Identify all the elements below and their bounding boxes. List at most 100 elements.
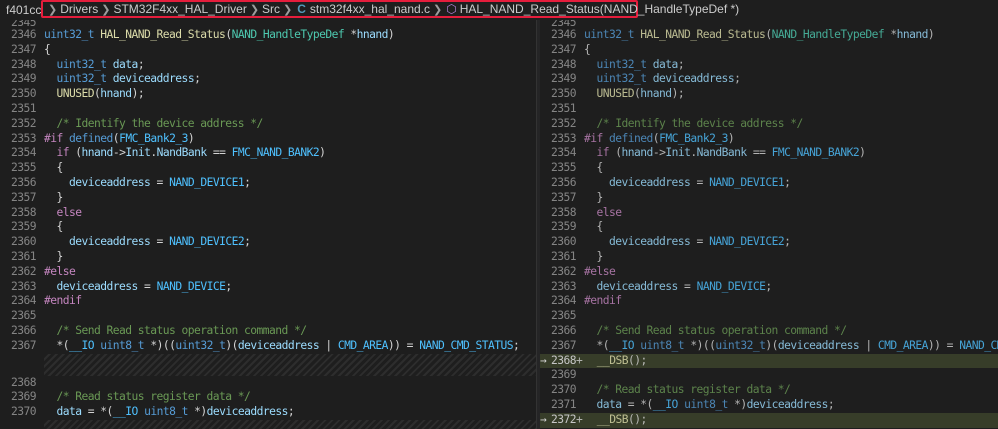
breadcrumb: ❯ Drivers ❯ STM32F4xx_HAL_Driver ❯ Src ❯…: [41, 0, 739, 18]
code-line[interactable]: 2357 }: [540, 191, 998, 206]
chevron-right-icon: ❯: [283, 3, 293, 16]
code-line[interactable]: 2354 if (hnand->Init.NandBank == FMC_NAN…: [0, 146, 536, 161]
line-number: 2355: [550, 161, 577, 175]
code-line[interactable]: 2367 *(__IO uint8_t *)((uint32_t)(device…: [540, 339, 998, 354]
line-number: 2355: [10, 161, 37, 175]
line-number: 2370: [550, 383, 577, 397]
line-number: 2369: [10, 390, 37, 404]
line-number: 2348: [10, 57, 37, 71]
code-text: }: [44, 190, 64, 204]
code-line[interactable]: 2348 uint32_t data;: [0, 58, 536, 73]
code-text: }: [584, 249, 604, 263]
breadcrumb-item-src[interactable]: Src: [262, 2, 280, 16]
code-line[interactable]: 2363 deviceaddress = NAND_DEVICE;: [0, 280, 536, 295]
breadcrumb-root[interactable]: f401cc: [6, 3, 41, 17]
code-line[interactable]: 2349 uint32_t deviceaddress;: [540, 72, 998, 87]
code-line[interactable]: 2357 }: [0, 191, 536, 206]
code-line[interactable]: 2354 if (hnand->Init.NandBank == FMC_NAN…: [540, 146, 998, 161]
code-line[interactable]: 2347 {: [0, 43, 536, 58]
code-line[interactable]: 2362 #else: [0, 265, 536, 280]
code-line[interactable]: 2368: [0, 376, 536, 391]
code-line[interactable]: 2364 #endif: [0, 294, 536, 309]
code-text: /* Identify the device address */: [44, 116, 264, 130]
code-text: {: [584, 220, 604, 234]
code-line[interactable]: 2367 *(__IO uint8_t *)((uint32_t)(device…: [0, 339, 536, 354]
code-line[interactable]: 2351: [540, 102, 998, 117]
code-line[interactable]: 2350 UNUSED(hnand);: [540, 87, 998, 102]
code-line[interactable]: 2355 {: [540, 161, 998, 176]
code-line[interactable]: 2361 }: [540, 250, 998, 265]
code-line[interactable]: 2359 {: [0, 220, 536, 235]
code-line[interactable]: 2364 #endif: [540, 294, 998, 309]
code-line[interactable]: 2369 /* Read status register data */: [0, 390, 536, 405]
arrow-right-icon: →: [540, 353, 547, 367]
line-number: 2371: [550, 397, 577, 411]
line-number: 2359: [550, 220, 577, 234]
code-line[interactable]: 2370 data = *(__IO uint8_t *)deviceaddre…: [0, 405, 536, 420]
breadcrumb-item-hal-driver[interactable]: STM32F4xx_HAL_Driver: [113, 2, 246, 16]
added-code-line[interactable]: → 2372+ __DSB();: [540, 412, 998, 428]
code-line[interactable]: 2353 #if defined(FMC_Bank2_3): [0, 132, 536, 147]
code-line[interactable]: 2361 }: [0, 250, 536, 265]
code-line[interactable]: 2363 deviceaddress = NAND_DEVICE;: [540, 280, 998, 295]
code-line[interactable]: 2365: [0, 309, 536, 324]
code-line[interactable]: 2346 uint32_t HAL_NAND_Read_Status(NAND_H…: [0, 28, 536, 43]
line-number: 2357: [10, 190, 37, 204]
code-line[interactable]: 2356 deviceaddress = NAND_DEVICE1;: [0, 176, 536, 191]
line-number: 2368: [10, 375, 37, 389]
line-number: 2347: [10, 42, 37, 56]
code-text: if (hnand->Init.NandBank == FMC_NAND_BAN…: [56, 146, 326, 160]
code-line[interactable]: 2350 UNUSED(hnand);: [0, 87, 536, 102]
line-number: 2364: [550, 294, 577, 308]
code-line[interactable]: 2351: [0, 102, 536, 117]
line-number: 2369: [550, 368, 577, 382]
code-line[interactable]: 2346 uint32_t HAL_NAND_Read_Status(NAND_H…: [540, 28, 998, 43]
code-line[interactable]: 2371 data = *(__IO uint8_t *)deviceaddre…: [540, 398, 998, 413]
code-line[interactable]: 2366 /* Send Read status operation comma…: [540, 324, 998, 339]
left-editor-pane[interactable]: 2345 2346 uint32_t HAL_NAND_Read_Status(NA…: [0, 20, 536, 429]
line-number: 2367: [550, 338, 577, 352]
code-line[interactable]: 2365: [540, 309, 998, 324]
code-line[interactable]: 2366 /* Send Read status operation comma…: [0, 324, 536, 339]
code-line[interactable]: 2369: [540, 368, 998, 383]
breadcrumb-item-file[interactable]: stm32f4xx_hal_nand.c: [310, 2, 430, 16]
code-text: #endif: [44, 294, 82, 308]
code-text: /* Read status register data */: [584, 383, 791, 397]
code-line[interactable]: 2362 #else: [540, 265, 998, 280]
code-text: UNUSED(hnand);: [596, 87, 685, 101]
code-line[interactable]: 2370 /* Read status register data */: [540, 383, 998, 398]
line-number: 2366: [550, 323, 577, 337]
code-line[interactable]: 2349 uint32_t deviceaddress;: [0, 72, 536, 87]
added-code-line[interactable]: → 2368+ __DSB();: [540, 353, 998, 369]
code-line[interactable]: 2348 uint32_t data;: [540, 58, 998, 73]
right-editor-pane[interactable]: 2345 2346 uint32_t HAL_NAND_Read_Status(NA…: [540, 20, 998, 429]
line-number: 2350: [550, 87, 577, 101]
line-number: 2363: [10, 279, 37, 293]
code-line[interactable]: 2356 deviceaddress = NAND_DEVICE1;: [540, 176, 998, 191]
code-line[interactable]: 2353 #if defined(FMC_Bank2_3): [540, 132, 998, 147]
code-line[interactable]: 2347 {: [540, 43, 998, 58]
code-line[interactable]: 2360 deviceaddress = NAND_DEVICE2;: [0, 235, 536, 250]
code-text: #if defined(FMC_Bank2_3): [44, 131, 195, 145]
code-text: /* Send Read status operation command */: [44, 323, 308, 337]
code-text: uint32_t HAL_NAND_Read_Status(NAND_Handl…: [44, 28, 395, 41]
line-number: 2352: [10, 116, 37, 130]
chevron-right-icon: ❯: [433, 3, 443, 16]
code-text: /* Identify the device address */: [584, 116, 804, 130]
code-line[interactable]: 2352 /* Identify the device address */: [0, 117, 536, 132]
line-number: 2357: [550, 190, 577, 204]
code-line[interactable]: 2360 deviceaddress = NAND_DEVICE2;: [540, 235, 998, 250]
breadcrumb-item-symbol[interactable]: HAL_NAND_Read_Status(NAND_HandleTypeDef …: [460, 2, 739, 16]
chevron-right-icon: ❯: [101, 3, 111, 16]
code-text: {: [44, 161, 64, 175]
line-number: 2361: [550, 249, 577, 263]
code-line[interactable]: 2355 {: [0, 161, 536, 176]
line-number: 2364: [10, 294, 37, 308]
code-line[interactable]: 2352 /* Identify the device address */: [540, 117, 998, 132]
cube-icon: ⬡: [446, 2, 457, 16]
breadcrumb-item-drivers[interactable]: Drivers: [60, 2, 98, 16]
line-number: 2347: [550, 42, 577, 56]
code-line[interactable]: 2359 {: [540, 220, 998, 235]
code-line[interactable]: 2358 else: [0, 206, 536, 221]
code-line[interactable]: 2358 else: [540, 206, 998, 221]
